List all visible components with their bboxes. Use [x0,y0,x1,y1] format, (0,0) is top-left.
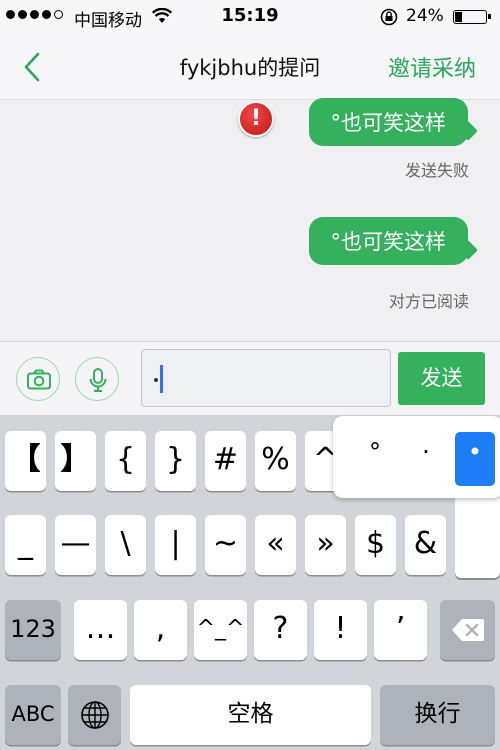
backspace-key[interactable] [440,600,495,660]
message-text: °也可笑这样 [330,111,447,135]
camera-icon [27,369,51,390]
battery-percent: 24% [406,6,444,26]
globe-key[interactable] [68,685,121,745]
rotation-lock-icon [380,8,398,30]
battery-icon [453,10,491,24]
microphone-icon [89,368,107,392]
key[interactable]: & [405,515,446,575]
key[interactable]: # [205,431,246,491]
key[interactable]: 】 [55,431,96,491]
key[interactable]: | [155,515,196,575]
key[interactable]: 【 [5,431,46,491]
key[interactable]: _ [5,515,46,575]
space-key[interactable]: 空格 [130,685,371,745]
voice-button[interactable] [75,357,119,401]
input-bar: 发送 [0,341,500,415]
key[interactable]: ’ [374,600,427,660]
send-button[interactable]: 发送 [398,352,485,405]
status-bar: 中国移动 15:19 24% [0,0,500,32]
message-text: °也可笑这样 [330,230,447,254]
key[interactable]: » [305,515,346,575]
key[interactable]: ! [314,600,367,660]
message-status: 对方已阅读 [388,292,469,311]
key[interactable]: \ [105,515,146,575]
text-cursor [160,365,163,393]
invite-accept-button[interactable]: 邀请采纳 [388,51,476,83]
key-alternatives-popup: ° · • [333,416,500,498]
key[interactable]: … [74,600,127,660]
popup-option[interactable]: ° [355,432,395,486]
abc-key[interactable]: ABC [5,685,61,745]
camera-button[interactable] [16,357,60,401]
navigation-bar: fykjbhu的提问 邀请采纳 [0,32,500,100]
chat-area[interactable]: ! °也可笑这样 发送失败 °也可笑这样 对方已阅读 [0,98,500,341]
message-input[interactable] [141,349,391,407]
key[interactable]: ? [254,600,307,660]
key[interactable]: % [255,431,296,491]
popup-option-selected[interactable]: • [455,432,495,486]
input-value [154,378,158,382]
numbers-key[interactable]: 123 [5,600,61,660]
message-status: 发送失败 [404,161,469,180]
key[interactable]: $ [355,515,396,575]
message-bubble[interactable]: °也可笑这样 [308,217,478,265]
key[interactable]: ~ [205,515,246,575]
message-bubble[interactable]: °也可笑这样 [308,98,478,146]
globe-icon [80,701,109,729]
popup-option[interactable]: · [406,432,446,486]
backspace-icon [451,619,484,641]
return-key[interactable]: 换行 [380,685,495,745]
key[interactable]: « [255,515,296,575]
key[interactable]: { [105,431,146,491]
send-failed-icon[interactable]: ! [238,101,274,137]
key[interactable]: , [134,600,187,660]
key[interactable]: — [55,515,96,575]
key[interactable]: } [155,431,196,491]
key[interactable]: ^_^ [194,600,247,660]
